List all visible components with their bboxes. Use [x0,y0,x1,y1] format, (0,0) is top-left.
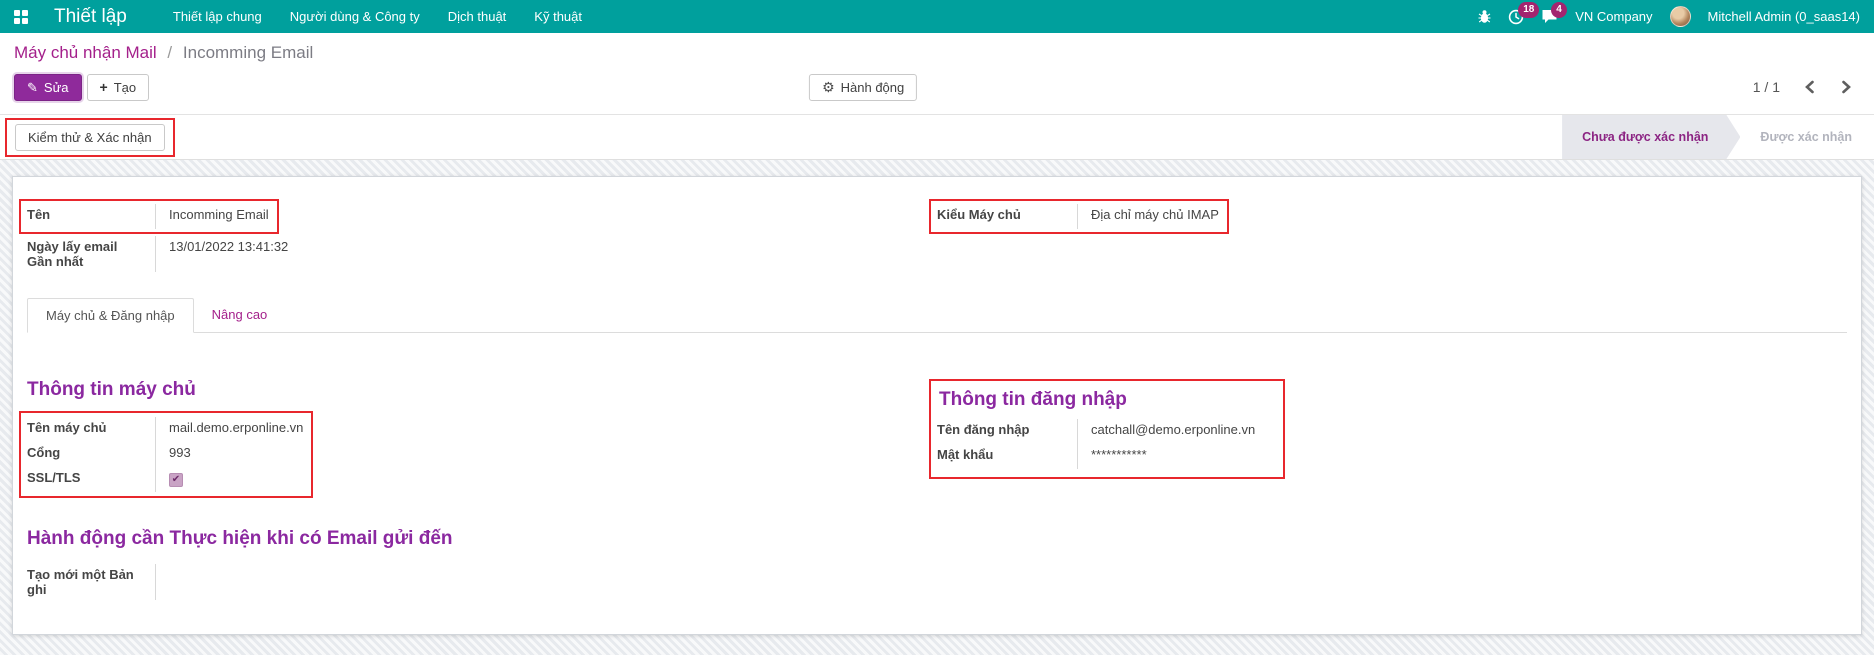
field-username-label: Tên đăng nhập [937,419,1077,444]
tab-server-login[interactable]: Máy chủ & Đăng nhập [27,298,194,333]
plus-icon: + [100,80,108,94]
pager-previous-icon[interactable] [1804,80,1815,94]
test-confirm-button[interactable]: Kiểm thử & Xác nhận [15,124,165,151]
field-port-value: 993 [155,442,303,467]
menu-nguoi-dung-cong-ty[interactable]: Người dùng & Công ty [290,9,420,24]
field-last-fetch-value: 13/01/2022 13:41:32 [155,236,937,272]
pager-next-icon[interactable] [1841,80,1852,94]
user-avatar[interactable] [1670,6,1691,27]
status-step-not-confirmed[interactable]: Chưa được xác nhận [1562,115,1740,159]
menu-dich-thuat[interactable]: Dịch thuật [448,9,507,24]
field-name-label: Tên [27,204,155,229]
incoming-actions-title: Hành động cần Thực hiện khi có Email gửi… [27,528,1847,550]
status-steps: Chưa được xác nhận Được xác nhận [1562,115,1874,159]
navbar-right: 18 4 VN Company Mitchell Admin (0_saas14… [1478,6,1860,27]
field-name: Tên Incomming Email [27,204,269,229]
odoo-settings-window: Thiết lập Thiết lập chung Người dùng & C… [0,0,1874,655]
form-view-background: Tên Incomming Email Ngày lấy email Gần n… [0,160,1874,655]
control-panel-buttons-row: ✎ Sửa + Tạo ⚙ Hành động 1 / 1 [14,72,1860,102]
field-server-type-value: Địa chỉ máy chủ IMAP [1077,204,1219,229]
field-name-value: Incomming Email [155,204,269,229]
pager-counter: 1 / 1 [1753,79,1780,95]
apps-menu-icon[interactable] [14,10,28,24]
field-last-fetch-label: Ngày lấy email Gần nhất [27,236,155,272]
field-create-record-label: Tạo mới một Bản ghi [27,564,155,600]
breadcrumb: Máy chủ nhận Mail / Incomming Email [14,43,1860,63]
field-create-record-value [155,564,937,600]
field-ssl-tls: SSL/TLS ✔ [27,467,303,492]
gear-icon: ⚙ [822,80,835,94]
messages-icon[interactable]: 4 [1541,9,1558,24]
field-last-fetch-date: Ngày lấy email Gần nhất 13/01/2022 13:41… [27,236,937,272]
menu-thiet-lap-chung[interactable]: Thiết lập chung [173,9,262,24]
company-switcher[interactable]: VN Company [1575,9,1652,24]
menu-ky-thuat[interactable]: Kỹ thuật [534,9,582,24]
activities-icon[interactable]: 18 [1508,9,1524,25]
annotation-box-login-info: Thông tin đăng nhập Tên đăng nhập catcha… [929,379,1285,479]
control-panel: Máy chủ nhận Mail / Incomming Email ✎ Sử… [0,33,1874,114]
app-title[interactable]: Thiết lập [54,6,127,28]
action-menu-button[interactable]: ⚙ Hành động [809,74,917,101]
pencil-icon: ✎ [27,81,38,94]
ssl-checkbox[interactable]: ✔ [169,473,183,487]
field-password-label: Mật khẩu [937,444,1077,469]
login-info-title: Thông tin đăng nhập [939,389,1273,411]
edit-button[interactable]: ✎ Sửa [14,74,82,101]
annotation-box-server-info: Tên máy chủ mail.demo.erponline.vn Cổng … [19,411,313,498]
activities-badge: 18 [1518,2,1539,18]
field-server-name-value: mail.demo.erponline.vn [155,417,303,442]
annotation-box-server-type: Kiểu Máy chủ Địa chỉ máy chủ IMAP [929,199,1229,234]
field-server-type: Kiểu Máy chủ Địa chỉ máy chủ IMAP [937,204,1219,229]
notebook-tabs: Máy chủ & Đăng nhập Nâng cao [27,298,1847,333]
field-server-type-label: Kiểu Máy chủ [937,204,1077,229]
form-statusbar: Kiểm thử & Xác nhận Chưa được xác nhận Đ… [0,114,1874,160]
top-menu: Thiết lập chung Người dùng & Công ty Dịc… [173,9,1478,24]
field-username-value: catchall@demo.erponline.vn [1077,419,1273,444]
field-port: Cổng 993 [27,442,303,467]
debug-icon[interactable] [1478,9,1491,24]
breadcrumb-current: Incomming Email [183,43,313,62]
annotation-box-name-field: Tên Incomming Email [19,199,279,234]
field-password: Mật khẩu *********** [937,444,1273,469]
tab-content-sections: Thông tin máy chủ Tên máy chủ mail.demo.… [27,379,1847,498]
breadcrumb-separator: / [167,43,172,62]
tab-advanced[interactable]: Nâng cao [194,298,286,332]
top-navbar: Thiết lập Thiết lập chung Người dùng & C… [0,0,1874,33]
field-ssl-tls-value: ✔ [155,467,303,492]
field-server-name-label: Tên máy chủ [27,417,155,442]
annotation-box-test-button: Kiểm thử & Xác nhận [5,118,175,157]
breadcrumb-parent-link[interactable]: Máy chủ nhận Mail [14,43,157,62]
top-field-groups: Tên Incomming Email Ngày lấy email Gần n… [27,199,1847,272]
field-ssl-tls-label: SSL/TLS [27,467,155,492]
form-sheet: Tên Incomming Email Ngày lấy email Gần n… [12,176,1862,635]
field-create-record: Tạo mới một Bản ghi [27,564,937,600]
messages-badge: 4 [1551,2,1567,18]
create-button[interactable]: + Tạo [87,74,150,101]
field-password-value: *********** [1077,444,1273,469]
server-info-title: Thông tin máy chủ [27,379,937,401]
field-username: Tên đăng nhập catchall@demo.erponline.vn [937,419,1273,444]
user-menu[interactable]: Mitchell Admin (0_saas14) [1708,9,1860,24]
status-step-confirmed[interactable]: Được xác nhận [1740,115,1874,159]
field-server-name: Tên máy chủ mail.demo.erponline.vn [27,417,303,442]
field-port-label: Cổng [27,442,155,467]
